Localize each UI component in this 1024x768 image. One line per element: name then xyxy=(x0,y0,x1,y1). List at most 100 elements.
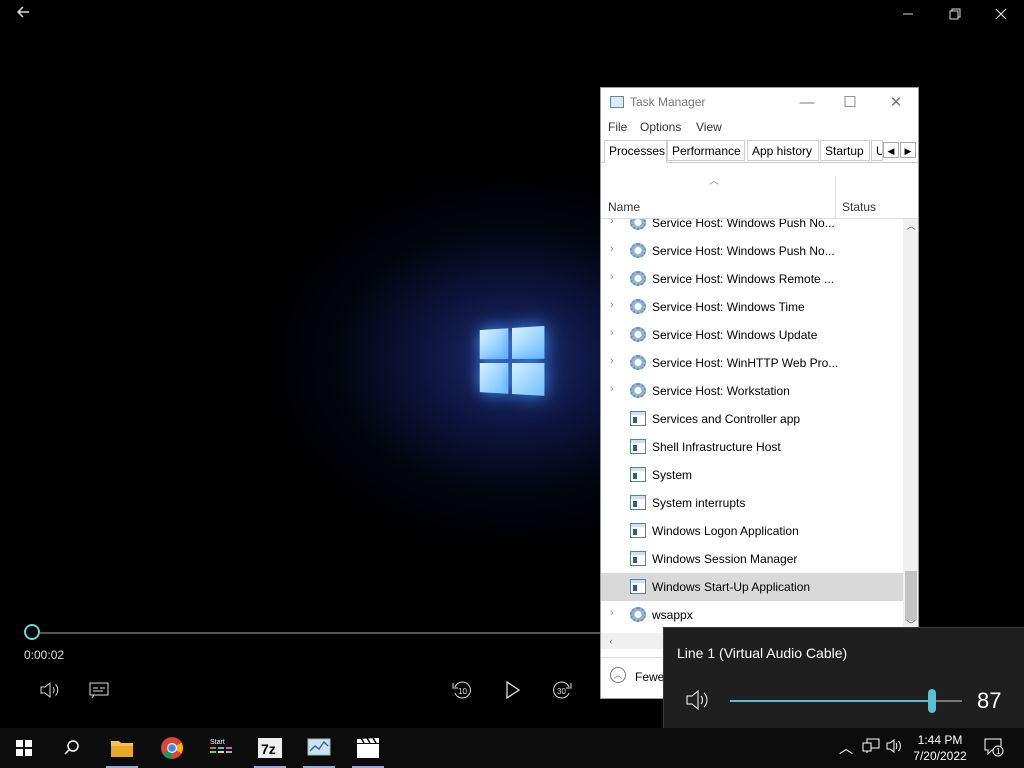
start-icon[interactable] xyxy=(0,728,48,768)
column-divider[interactable] xyxy=(835,176,836,218)
task-manager-icon[interactable] xyxy=(295,728,343,768)
chevron-right-icon[interactable]: › xyxy=(610,219,614,227)
audio-device-name[interactable]: Line 1 (Virtual Audio Cable) xyxy=(677,645,847,661)
forward-30-icon[interactable]: 30 xyxy=(548,676,576,704)
start-app-icon[interactable]: Start xyxy=(197,728,245,768)
process-row[interactable]: › Service Host: Windows Push No... xyxy=(601,219,903,237)
menu-file[interactable]: File xyxy=(608,120,627,134)
sort-up-icon: ︿ xyxy=(709,176,719,187)
process-row[interactable]: › Service Host: Workstation xyxy=(601,377,903,405)
process-row[interactable]: › Service Host: Windows Time xyxy=(601,293,903,321)
process-name: wsappx xyxy=(652,608,693,622)
window-title: Task Manager xyxy=(630,95,706,109)
volume-icon[interactable] xyxy=(35,676,63,704)
tab-processes[interactable]: Processes xyxy=(604,140,667,163)
process-name: Service Host: Workstation xyxy=(652,384,790,398)
svg-text:30: 30 xyxy=(557,687,566,696)
task-manager-icon xyxy=(610,96,624,108)
task-manager-window: Task Manager — ☐ ✕ File Options View Pro… xyxy=(600,87,919,699)
process-row[interactable]: Windows Start-Up Application xyxy=(601,573,903,601)
movies-tv-icon[interactable] xyxy=(344,728,392,768)
process-name: Windows Start-Up Application xyxy=(652,580,811,594)
clock[interactable]: 1:44 PM 7/20/2022 xyxy=(905,732,975,764)
minimize-icon[interactable]: — xyxy=(784,90,830,116)
back-arrow-icon[interactable] xyxy=(8,4,38,28)
volume-icon[interactable] xyxy=(885,738,903,757)
speaker-icon[interactable] xyxy=(684,688,712,712)
process-row[interactable]: Services and Controller app xyxy=(601,405,903,433)
process-name: System xyxy=(652,468,693,482)
scroll-thumb[interactable] xyxy=(905,571,917,621)
chevron-right-icon[interactable]: › xyxy=(610,607,614,619)
process-name: Services and Controller app xyxy=(652,412,801,426)
tab-users[interactable]: U xyxy=(871,140,883,161)
process-row[interactable]: › Service Host: Windows Update xyxy=(601,321,903,349)
gear-icon xyxy=(630,243,646,258)
vertical-scrollbar[interactable]: ︿ ﹀ xyxy=(903,219,918,632)
minimize-icon[interactable] xyxy=(893,4,923,28)
window-icon xyxy=(630,439,646,454)
network-icon[interactable] xyxy=(862,738,880,757)
process-row[interactable]: › Service Host: Windows Remote ... xyxy=(601,265,903,293)
chrome-icon[interactable] xyxy=(148,728,196,768)
volume-value: 87 xyxy=(977,688,1002,713)
volume-thumb[interactable] xyxy=(927,689,936,713)
process-row[interactable]: System interrupts xyxy=(601,489,903,517)
menu-view[interactable]: View xyxy=(696,120,722,134)
gear-icon xyxy=(630,607,646,622)
process-row[interactable]: System xyxy=(601,461,903,489)
7zip-icon[interactable]: 7z xyxy=(246,728,294,768)
process-row[interactable]: › Service Host: Windows Push No... xyxy=(601,237,903,265)
play-icon[interactable] xyxy=(498,676,526,704)
chevron-up-icon: ︿ xyxy=(610,667,626,683)
process-row[interactable]: › Service Host: WinHTTP Web Pro... xyxy=(601,349,903,377)
seek-bar[interactable] xyxy=(40,632,600,634)
menu-bar: File Options View xyxy=(601,117,918,137)
notification-icon[interactable]: 1 xyxy=(983,736,1005,761)
scroll-left-icon[interactable]: ‹ xyxy=(603,634,619,648)
chevron-right-icon[interactable]: › xyxy=(610,299,614,311)
column-name[interactable]: Name xyxy=(608,200,640,214)
search-icon[interactable] xyxy=(48,728,96,768)
rewind-10-icon[interactable]: 10 xyxy=(448,676,476,704)
tab-performance[interactable]: Performance xyxy=(667,140,745,161)
tab-startup[interactable]: Startup xyxy=(820,140,870,161)
window-icon xyxy=(630,495,646,510)
chevron-right-icon[interactable]: › xyxy=(610,383,614,395)
svg-text:7z: 7z xyxy=(261,741,276,757)
title-bar[interactable]: Task Manager — ☐ ✕ xyxy=(601,88,918,116)
window-icon xyxy=(630,523,646,538)
tab-scroll-left-icon[interactable]: ◀ xyxy=(883,142,899,158)
process-row[interactable]: Windows Logon Application xyxy=(601,517,903,545)
chevron-right-icon[interactable]: › xyxy=(610,355,614,367)
chevron-right-icon[interactable]: › xyxy=(610,271,614,283)
file-explorer-icon[interactable] xyxy=(98,728,146,768)
process-row[interactable]: › wsappx xyxy=(601,601,903,629)
chevron-right-icon[interactable]: › xyxy=(610,327,614,339)
taskbar: Start 7z ︿ 1:44 PM 7/20/2022 1 xyxy=(0,728,1024,768)
tab-scroll-right-icon[interactable]: ▶ xyxy=(900,142,916,158)
volume-fill xyxy=(730,700,932,702)
window-icon xyxy=(630,579,646,594)
process-row[interactable]: Shell Infrastructure Host xyxy=(601,433,903,461)
process-name: Service Host: Windows Push No... xyxy=(652,244,835,258)
menu-options[interactable]: Options xyxy=(640,120,681,134)
captions-icon[interactable] xyxy=(85,676,113,704)
chevron-right-icon[interactable]: › xyxy=(610,243,614,255)
seek-thumb[interactable] xyxy=(24,624,40,640)
tab-app-history[interactable]: App history xyxy=(747,140,819,161)
scroll-up-icon[interactable]: ︿ xyxy=(903,219,918,233)
close-icon[interactable] xyxy=(986,4,1016,28)
fewer-details-label: Fewe xyxy=(635,670,665,684)
restore-icon[interactable] xyxy=(940,4,970,28)
volume-slider[interactable] xyxy=(730,689,962,713)
close-icon[interactable]: ✕ xyxy=(873,90,918,116)
gear-icon xyxy=(630,271,646,286)
window-icon xyxy=(630,411,646,426)
maximize-icon[interactable]: ☐ xyxy=(827,90,873,116)
column-status[interactable]: Status xyxy=(842,200,876,214)
gear-icon xyxy=(630,383,646,398)
chevron-up-icon[interactable]: ︿ xyxy=(839,738,853,758)
process-row[interactable]: Windows Session Manager xyxy=(601,545,903,573)
process-name: System interrupts xyxy=(652,496,746,510)
